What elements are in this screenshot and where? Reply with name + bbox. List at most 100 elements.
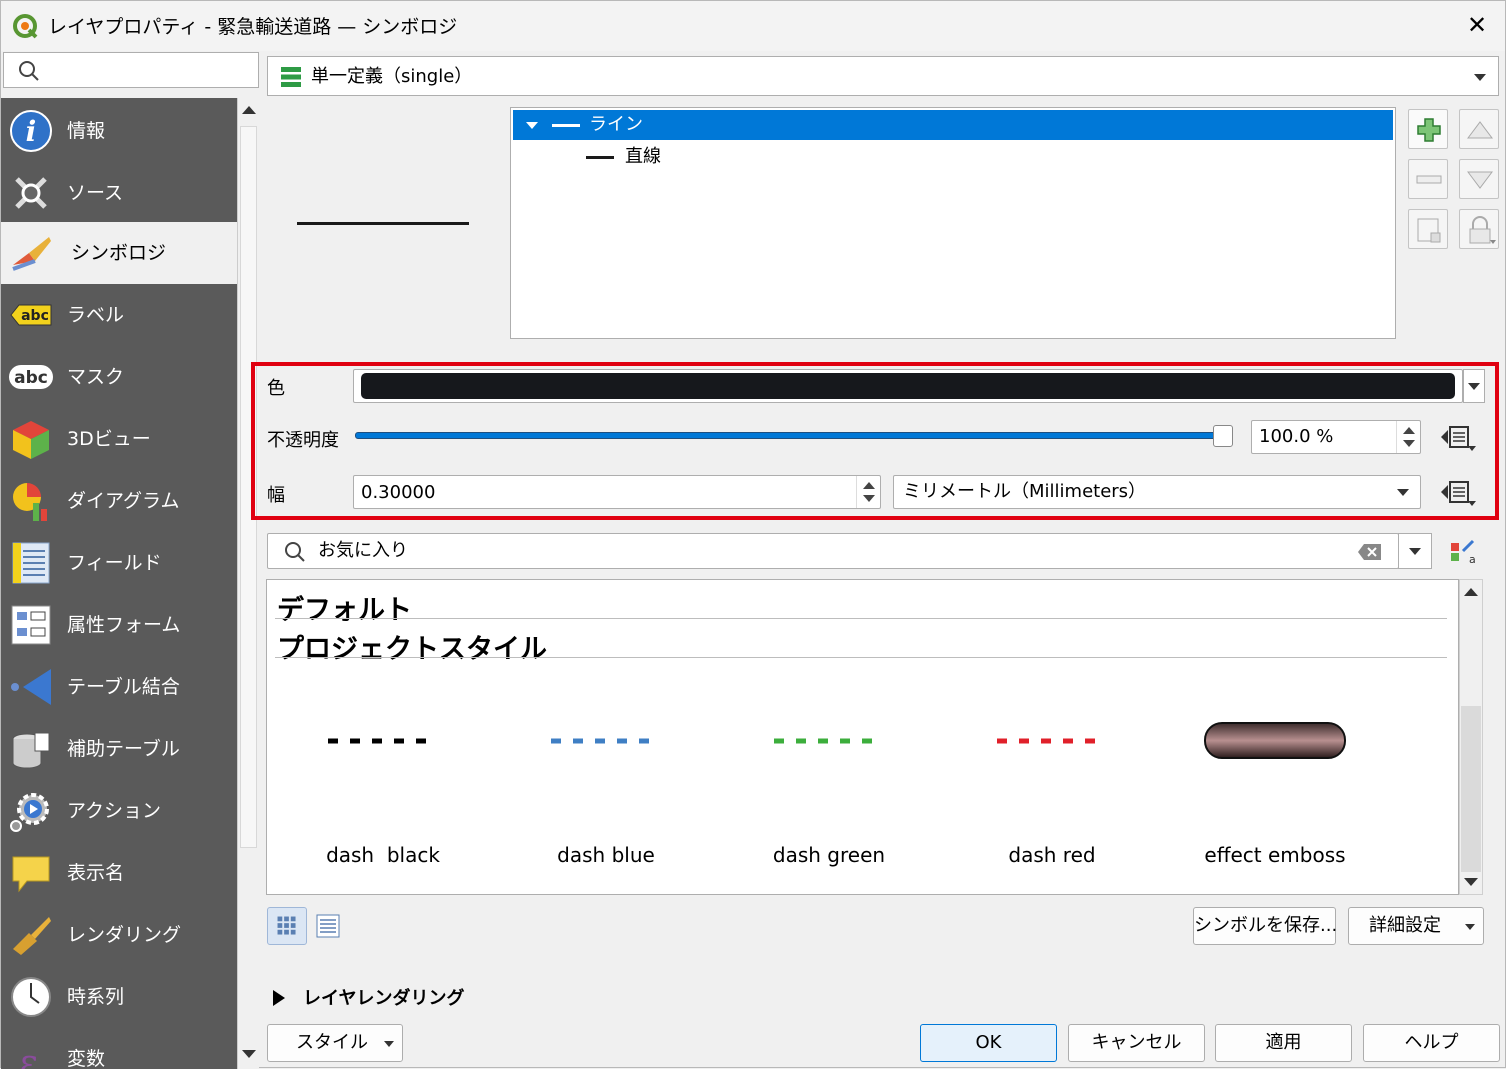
sidebar-item-rendering[interactable]: レンダリング	[1, 904, 237, 966]
symbol-name: dash blue	[557, 843, 655, 867]
dash-line-preview	[551, 738, 661, 744]
sidebar-item-label: マスク	[67, 366, 125, 388]
tree-item-label: 直線	[625, 146, 661, 167]
width-spinbox[interactable]: 0.30000	[353, 475, 881, 509]
sidebar-item-3d-view[interactable]: 3Dビュー	[1, 408, 237, 470]
symbol-library-search[interactable]: お気に入り	[267, 533, 1399, 569]
data-defined-override-icon[interactable]	[1438, 420, 1478, 454]
sidebar-item-label: ダイアグラム	[67, 490, 180, 512]
spin-arrows[interactable]	[1396, 421, 1420, 453]
symbol-name: dash green	[772, 843, 886, 867]
move-down-button[interactable]	[1459, 159, 1499, 199]
ok-button[interactable]: OK	[920, 1024, 1057, 1062]
spin-down-icon[interactable]	[863, 495, 875, 502]
sidebar: i 情報 ソース シンボロジ abc ラベル abc マスク 3Dビュー ダイア…	[1, 98, 237, 1069]
window-title: レイヤプロパティ - 緊急輸送道路 — シンボロジ	[48, 16, 458, 38]
advanced-button[interactable]: 詳細設定	[1348, 907, 1484, 945]
opacity-slider-handle[interactable]	[1213, 425, 1233, 447]
rendering-brush-icon	[13, 917, 51, 955]
remove-symbol-layer-button[interactable]	[1408, 159, 1448, 199]
lock-icon	[1469, 216, 1496, 244]
sidebar-item-fields[interactable]: フィールド	[1, 532, 237, 594]
tree-item-line-symbol[interactable]: ライン	[513, 110, 1393, 140]
sidebar-item-label: 3Dビュー	[67, 428, 151, 450]
scroll-down-icon[interactable]	[242, 1050, 256, 1058]
single-symbol-icon	[281, 67, 301, 87]
symbol-item[interactable]: dash black	[272, 671, 494, 881]
duplicate-icon	[1417, 218, 1441, 243]
unit-select[interactable]: ミリメートル（Millimeters）	[893, 475, 1421, 509]
sidebar-scrollbar[interactable]	[237, 98, 259, 1069]
sidebar-item-variables[interactable]: ε 変数	[1, 1028, 237, 1069]
sidebar-item-mask[interactable]: abc マスク	[1, 346, 237, 408]
clear-input-icon[interactable]	[1358, 543, 1382, 561]
sidebar-item-join[interactable]: テーブル結合	[1, 656, 237, 718]
sidebar-item-label: フィールド	[67, 552, 162, 574]
save-symbol-button[interactable]: シンボルを保存...	[1193, 907, 1337, 945]
style-manager-icon[interactable]: a	[1449, 537, 1477, 565]
spin-arrows[interactable]	[856, 476, 880, 508]
layer-rendering-section[interactable]: レイヤレンダリング	[273, 984, 464, 1010]
add-symbol-layer-button[interactable]	[1408, 109, 1448, 149]
cancel-button[interactable]: キャンセル	[1068, 1024, 1205, 1062]
sidebar-item-actions[interactable]: アクション	[1, 780, 237, 842]
symbol-item[interactable]: dash red	[941, 671, 1163, 881]
sidebar-search-input[interactable]	[3, 52, 259, 88]
arrow-up-icon	[1467, 121, 1493, 139]
advanced-label: 詳細設定	[1369, 915, 1441, 936]
unit-value: ミリメートル（Millimeters）	[903, 481, 1147, 502]
scroll-up-icon[interactable]	[242, 106, 256, 114]
arrow-down-icon	[1467, 171, 1493, 189]
tree-item-simple-line[interactable]: 直線	[513, 142, 1393, 172]
svg-text:i: i	[26, 115, 37, 148]
width-label: 幅	[267, 485, 285, 506]
library-scrollbar[interactable]	[1459, 579, 1483, 895]
opacity-slider[interactable]	[355, 432, 1227, 439]
library-group-dropdown[interactable]	[1398, 533, 1432, 569]
renderer-select[interactable]: 単一定義（single）	[267, 56, 1499, 96]
diagram-icon	[13, 483, 47, 521]
sidebar-item-auxiliary-storage[interactable]: 補助テーブル	[1, 718, 237, 780]
symbol-item[interactable]: dash blue	[495, 671, 717, 881]
sidebar-item-source[interactable]: ソース	[1, 162, 237, 224]
spin-up-icon[interactable]	[863, 482, 875, 489]
close-button[interactable]: ✕	[1463, 11, 1491, 39]
move-up-button[interactable]	[1459, 109, 1499, 149]
dash-line-preview	[774, 738, 884, 744]
opacity-spinbox[interactable]: 100.0 %	[1251, 420, 1421, 454]
help-button[interactable]: ヘルプ	[1363, 1024, 1500, 1062]
list-view-button[interactable]	[307, 907, 347, 945]
display-bubble-icon	[12, 856, 50, 893]
mask-abc-icon: abc	[9, 365, 53, 389]
scroll-down-icon[interactable]	[1464, 878, 1478, 886]
duplicate-layer-button[interactable]	[1408, 209, 1448, 249]
spin-down-icon[interactable]	[1403, 440, 1415, 447]
group-separator	[275, 657, 1447, 658]
apply-button[interactable]: 適用	[1215, 1024, 1352, 1062]
sidebar-item-symbology[interactable]: シンボロジ	[1, 222, 237, 284]
icon-view-button[interactable]	[267, 907, 307, 945]
expand-arrow-icon[interactable]	[526, 122, 538, 129]
sidebar-item-diagram[interactable]: ダイアグラム	[1, 470, 237, 532]
sidebar-item-attribute-form[interactable]: 属性フォーム	[1, 594, 237, 656]
sidebar-item-display[interactable]: 表示名	[1, 842, 237, 904]
symbol-item[interactable]: effect emboss	[1164, 671, 1386, 881]
auxiliary-storage-icon	[12, 732, 50, 769]
style-menu-button[interactable]: スタイル	[267, 1024, 403, 1062]
color-button[interactable]	[353, 369, 1463, 403]
sidebar-item-info[interactable]: i 情報	[1, 100, 237, 162]
emboss-line-preview	[1204, 722, 1346, 759]
symbol-item[interactable]: dash green	[718, 671, 940, 881]
scroll-up-icon[interactable]	[1464, 588, 1478, 596]
sidebar-item-labels[interactable]: abc ラベル	[1, 284, 237, 346]
source-tools-icon	[15, 177, 47, 209]
svg-text:a: a	[1469, 553, 1476, 565]
symbol-name: dash black	[326, 843, 440, 867]
color-dropdown[interactable]	[1463, 369, 1485, 403]
lock-layer-button[interactable]	[1459, 209, 1499, 249]
sidebar-item-temporal[interactable]: 時系列	[1, 966, 237, 1028]
action-gear-icon	[10, 793, 49, 832]
data-defined-override-icon[interactable]	[1438, 475, 1478, 509]
scroll-thumb[interactable]	[1461, 706, 1481, 872]
spin-up-icon[interactable]	[1403, 427, 1415, 434]
